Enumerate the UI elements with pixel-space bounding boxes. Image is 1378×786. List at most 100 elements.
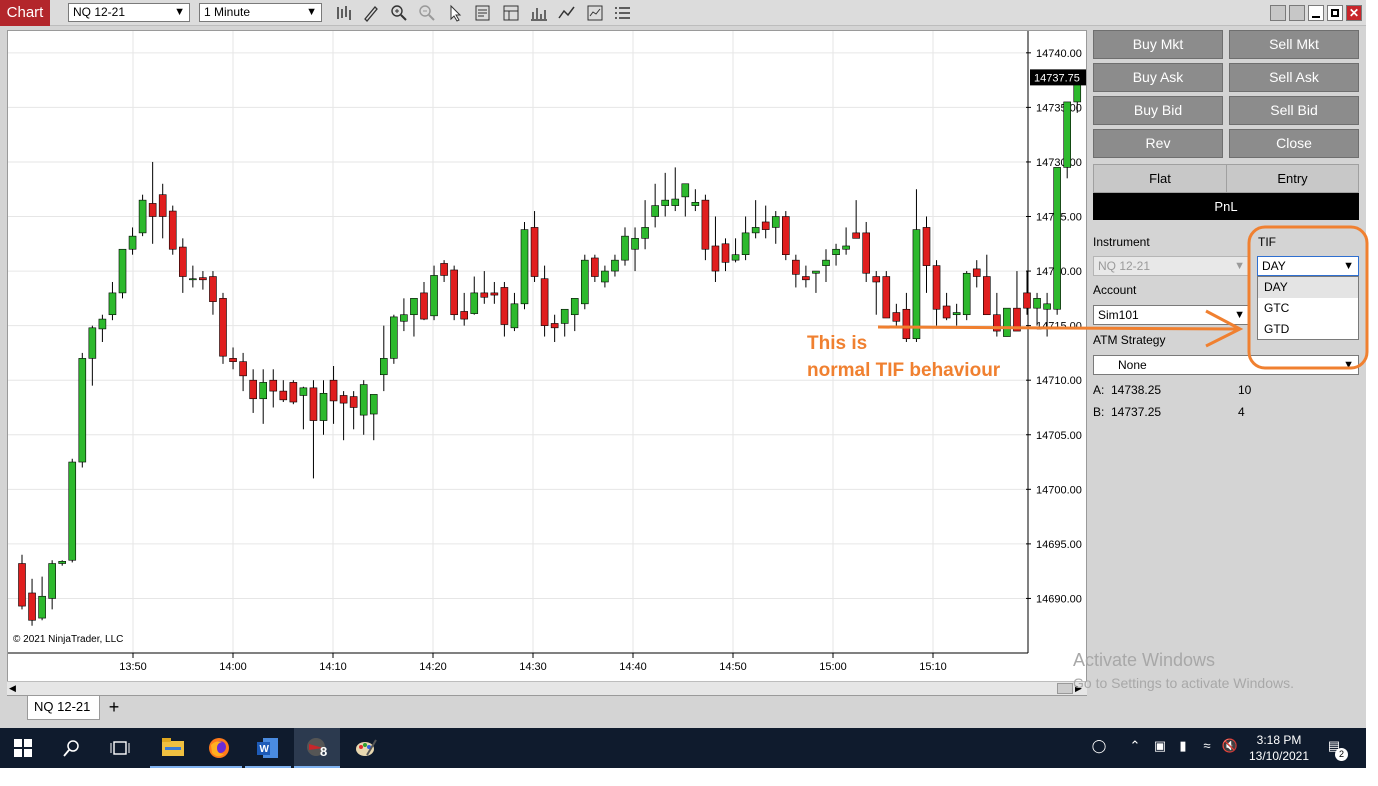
candle-body (711, 245, 720, 272)
candle-body (379, 358, 388, 376)
candle-body (420, 292, 428, 320)
maximize-icon[interactable] (1327, 5, 1343, 21)
buy-market-button[interactable]: Buy Mkt (1093, 30, 1223, 59)
firefox-app[interactable] (196, 728, 242, 768)
candle-body (319, 392, 328, 421)
time-tick-label: 14:10 (319, 661, 347, 673)
candle-body (38, 595, 46, 619)
strategies-icon[interactable] (585, 3, 605, 23)
candle-body (812, 270, 820, 274)
tif-select[interactable]: DAY ▼ (1257, 256, 1359, 276)
zoom-in-icon[interactable] (389, 3, 409, 23)
chart-tab[interactable]: Chart (0, 0, 50, 26)
account-select[interactable]: Sim101 ▼ (1093, 305, 1250, 325)
candle-body (450, 269, 458, 316)
atm-strategy-select[interactable]: None ▼ (1093, 355, 1359, 375)
candle-body (118, 248, 127, 294)
candle-body (339, 395, 348, 404)
chart-horizontal-scrollbar[interactable]: ◀ ▶ (7, 681, 1087, 695)
properties-icon[interactable] (501, 3, 521, 23)
activate-windows-watermark: Activate Windows Go to Settings to activ… (1073, 650, 1294, 691)
battery-icon[interactable]: ▮ (1173, 738, 1193, 758)
close-window-icon[interactable]: ✕ (1346, 5, 1362, 21)
search-icon[interactable] (63, 739, 81, 757)
indicators-icon[interactable] (557, 3, 577, 23)
candle-body (852, 232, 860, 239)
tile-window-icon[interactable] (1270, 5, 1286, 21)
drawing-tool-icon[interactable] (361, 3, 381, 23)
candle-body (942, 305, 951, 319)
candle-body (962, 272, 971, 316)
instrument-tab[interactable]: NQ 12-21 (27, 696, 100, 720)
security-alert-icon[interactable]: ▣ (1150, 738, 1170, 758)
sell-bid-button[interactable]: Sell Bid (1229, 96, 1359, 125)
candle-body (219, 298, 227, 357)
windows-start-icon[interactable] (14, 739, 32, 757)
candle-body (952, 312, 961, 316)
candle-body (651, 205, 659, 217)
tif-option-gtc[interactable]: GTC (1258, 298, 1358, 319)
word-app[interactable]: W (245, 728, 291, 768)
candle-body (681, 183, 690, 198)
sell-ask-button[interactable]: Sell Ask (1229, 63, 1359, 92)
candle-body (108, 292, 117, 316)
minimize-icon[interactable] (1308, 5, 1324, 21)
sell-market-button[interactable]: Sell Mkt (1229, 30, 1359, 59)
reverse-button[interactable]: Rev (1093, 129, 1223, 158)
volume-muted-icon[interactable]: 🔇 (1220, 738, 1240, 758)
ask-price: 14738.25 (1111, 383, 1162, 397)
candle-body (279, 390, 288, 401)
close-position-button[interactable]: Close (1229, 129, 1359, 158)
candle-body (540, 278, 549, 326)
people-icon[interactable]: ◯ (1089, 738, 1109, 758)
chevron-down-icon: ▼ (1343, 260, 1354, 272)
candle-body (721, 243, 730, 263)
buy-bid-button[interactable]: Buy Bid (1093, 96, 1223, 125)
interval-selector-value: 1 Minute (204, 5, 251, 19)
chevron-up-icon[interactable]: ⌃ (1125, 738, 1145, 758)
annotation-line-2: normal TIF behaviour (807, 360, 1001, 381)
tif-option-gtd[interactable]: GTD (1258, 319, 1358, 340)
candle-body (329, 379, 338, 402)
interval-selector[interactable]: 1 Minute ▼ (199, 3, 322, 22)
account-select-value: Sim101 (1098, 308, 1139, 322)
paint-app[interactable] (343, 728, 389, 768)
candle-body (68, 461, 77, 561)
candle-body (269, 379, 278, 392)
add-tab-button[interactable]: + (104, 698, 124, 718)
candle-body (731, 254, 740, 261)
annotation-text: This is normal TIF behaviour (807, 330, 1000, 384)
last-price-label: 14737.75 (1034, 72, 1080, 84)
pin-window-icon[interactable] (1289, 5, 1305, 21)
chart-trader-icon[interactable] (529, 3, 549, 23)
bar-type-icon[interactable] (334, 3, 354, 23)
candle-body (932, 265, 941, 310)
candle-body (138, 199, 147, 234)
price-tick-label: 14710.00 (1036, 375, 1082, 387)
ninjatrader-app[interactable]: 8 (294, 728, 340, 768)
data-box-icon[interactable] (473, 3, 493, 23)
candle-body (882, 276, 891, 319)
menu-icon[interactable] (613, 3, 633, 23)
scroll-left-icon[interactable]: ◀ (9, 684, 16, 693)
tif-label: TIF (1258, 235, 1276, 249)
time-tick-label: 14:00 (219, 661, 247, 673)
scroll-thumb[interactable] (1057, 683, 1073, 694)
file-explorer-app[interactable] (150, 728, 196, 768)
file-explorer-icon (162, 738, 184, 756)
instrument-selector[interactable]: NQ 12-21 ▼ (68, 3, 190, 22)
wifi-icon[interactable]: ≈ (1197, 738, 1217, 758)
candle-body (822, 259, 830, 266)
instrument-field[interactable]: NQ 12-21 ▼ (1093, 256, 1250, 276)
zoom-out-icon[interactable] (417, 3, 437, 23)
candle-body (580, 259, 589, 305)
time-tick-label: 14:20 (419, 661, 447, 673)
time-tick-label: 14:50 (719, 661, 747, 673)
pointer-icon[interactable] (445, 3, 465, 23)
tif-option-day[interactable]: DAY (1258, 277, 1358, 298)
time-tick-label: 14:40 (619, 661, 647, 673)
system-clock[interactable]: 3:18 PM 13/10/2021 (1248, 732, 1310, 764)
buy-ask-button[interactable]: Buy Ask (1093, 63, 1223, 92)
candle-body (510, 303, 519, 329)
task-view-icon[interactable] (110, 739, 130, 757)
